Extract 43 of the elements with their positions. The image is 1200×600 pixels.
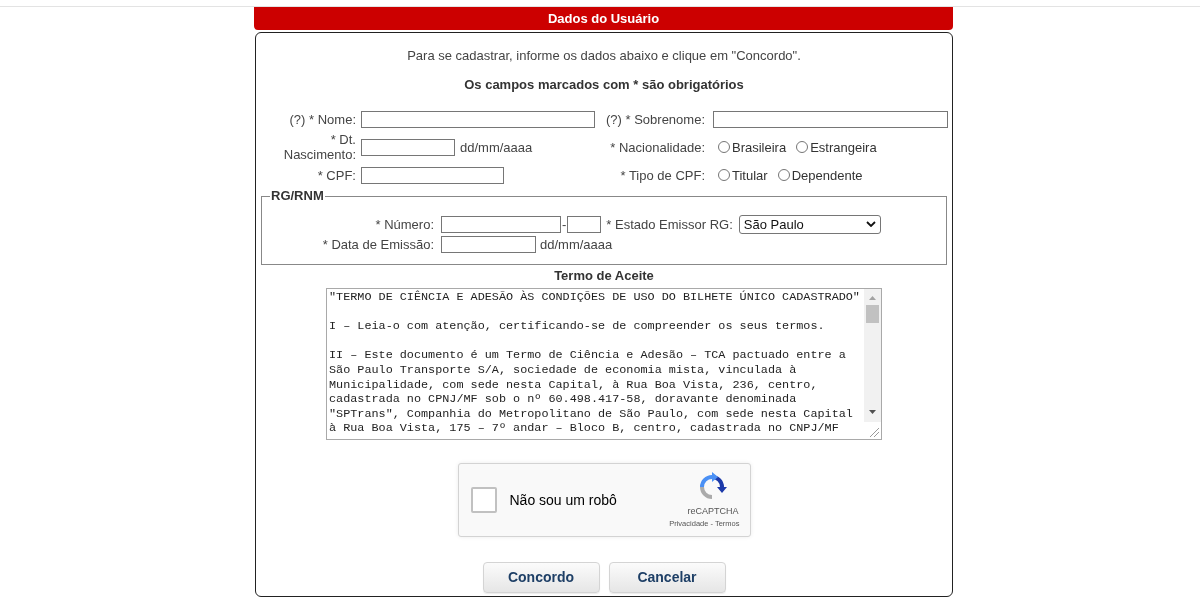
agree-button[interactable]: Concordo xyxy=(482,562,600,593)
input-field[interactable] xyxy=(441,235,536,253)
radio-button[interactable] xyxy=(777,169,790,181)
required-note: Os campos marcados com * são obrigatórios xyxy=(464,77,744,93)
field-label: * Nacionalidade: xyxy=(609,139,705,155)
cancel-button[interactable]: Cancelar xyxy=(608,562,726,593)
chevron-down-icon xyxy=(865,221,876,227)
number-separator: - xyxy=(561,216,568,232)
intro-text: Para se cadastrar, informe os dados abaixo e clique em "Concordo". xyxy=(407,48,801,64)
option-label: Brasileira xyxy=(732,139,787,155)
option-label: Estrangeira xyxy=(810,139,877,155)
header-title: Dados do Usuário xyxy=(547,10,660,27)
field-label: * Tipo de CPF: xyxy=(619,167,705,183)
input-field[interactable] xyxy=(567,215,602,233)
input-field[interactable] xyxy=(361,138,455,156)
input-field[interactable] xyxy=(361,166,504,184)
option-label: Dependente xyxy=(791,167,863,183)
fieldset-legend: RG/RNM xyxy=(270,188,325,204)
radio-button[interactable] xyxy=(796,141,809,153)
field-label: (?) * Sobrenome: xyxy=(605,111,705,127)
radio-button[interactable] xyxy=(718,169,730,181)
field-label: * CPF: xyxy=(316,167,356,183)
terms-title: Termo de Aceite xyxy=(554,268,654,284)
format-hint: dd/mm/aaaa xyxy=(460,139,533,155)
field-label: * Dt. Nascimento: xyxy=(282,132,356,162)
state-select[interactable]: São Paulo xyxy=(738,214,881,234)
radio-button[interactable] xyxy=(718,141,730,153)
field-label: (?) * Nome: xyxy=(288,111,356,127)
field-label: * Número: xyxy=(374,216,434,232)
captcha-label: Não sou um robô xyxy=(509,492,617,508)
input-field[interactable] xyxy=(713,110,948,128)
resize-grip-icon[interactable] xyxy=(869,427,879,437)
input-field[interactable] xyxy=(361,110,595,128)
captcha-brand: reCAPTCHA xyxy=(687,506,739,516)
terms-text: "TERMO DE CIÊNCIA E ADESÃO ÀS CONDIÇÕES DE USO DO BILHETE ÚNICO CADASTRADO" I – Leia-o com atenção, certificando-se de compreender os seus termos. II – Este documento é um Termo de Ciência e Adesão – TCA pactuado entre a São Paulo Transporte S/A, sociedade de economia mista, vinculada à Municipalidade, com sede nesta Capital, à Rua Boa Vista, 236, centro, cadastrada no CPNJ/MF sob o nº 60.498.417-58, doravante denominada "SPTrans", Companhia do Metropolitano de São Paulo, com sede nesta Capital à Rua Boa Vista, 175 – 7º andar – Bloco B, centro, cadastrada no CNPJ/MF xyxy=(328,289,861,438)
format-hint: dd/mm/aaaa xyxy=(540,236,613,252)
input-field[interactable] xyxy=(441,215,561,233)
field-label: * Data de Emissão: xyxy=(321,236,434,252)
field-label: * Estado Emissor RG: xyxy=(606,216,733,232)
scrollbar-thumb[interactable] xyxy=(866,305,879,323)
captcha-checkbox[interactable] xyxy=(470,487,497,513)
option-label: Titular xyxy=(732,167,768,183)
scroll-down-icon[interactable] xyxy=(869,410,876,414)
